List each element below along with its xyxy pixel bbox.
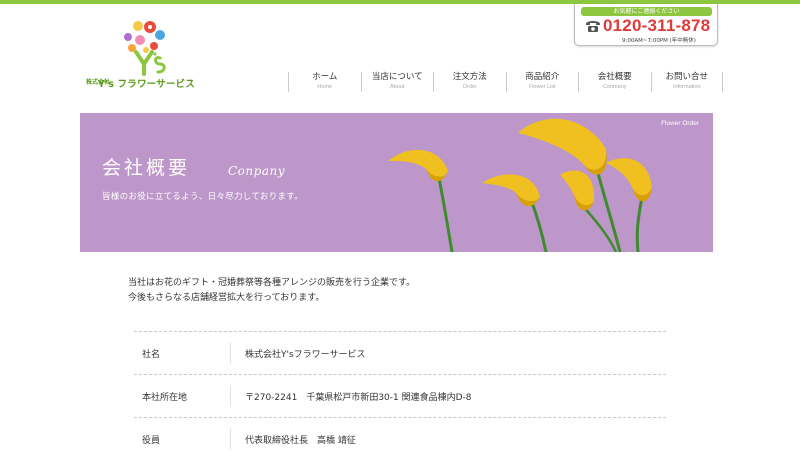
nav-label: 会社概要: [597, 72, 632, 82]
hero-title: 会社概要: [102, 157, 191, 179]
phone-number[interactable]: 0120-311-878: [603, 16, 710, 36]
hero-title-en: Conpany: [228, 164, 285, 178]
phone-hours: 9:00AM~7:00PM (年中無休): [622, 38, 696, 44]
info-row-address: 本社所在地 〒270-2241 千葉県松戸市新田30-1 関連食品棟内D-8: [134, 374, 666, 417]
logo-text: 株式会社 Y's フラワーサービス: [86, 76, 195, 90]
nav-sub: Order: [462, 84, 477, 90]
nav-label: 当店について: [371, 72, 423, 82]
nav-item-flower-list[interactable]: 商品紹介 Flower List: [505, 72, 579, 92]
nav-item-company[interactable]: 会社概要 Conmany: [578, 72, 651, 92]
info-row-company-name: 社名 株式会社Y'sフラワーサービス: [134, 331, 666, 374]
intro-line-1: 当社はお花のギフト・冠婚葬祭等各種アレンジの販売を行う企業です。: [128, 278, 416, 288]
calla-lily-illustration: [388, 118, 652, 252]
nav-item-home[interactable]: ホーム Home: [288, 72, 361, 92]
logo-kabushiki: 株式会社: [86, 79, 111, 86]
nav-sub: About: [390, 84, 405, 90]
phone-contact-box: お気軽にご連絡ください 0120-311-878 9:00AM~7:00PM (…: [574, 4, 718, 46]
main-nav: ホーム Home 当店について About 注文方法 Order 商品紹介 Fl…: [288, 72, 723, 92]
nav-label: ホーム: [312, 72, 338, 82]
info-label: 役員: [142, 435, 161, 446]
nav-sub: Home: [317, 84, 333, 90]
nav-item-order[interactable]: 注文方法 Order: [433, 72, 506, 92]
nav-item-about[interactable]: 当店について About: [360, 72, 434, 92]
nav-label: お問い合せ: [665, 72, 708, 82]
nav-item-information[interactable]: お問い合せ Information: [650, 72, 723, 92]
nav-sub: Flower List: [528, 84, 556, 90]
phone-banner: お気軽にご連絡ください: [581, 7, 712, 16]
site-logo[interactable]: 株式会社 Y's フラワーサービス: [86, 18, 206, 90]
hero-subtitle: 皆様のお役に立てるよう、日々尽力しております。: [102, 192, 304, 202]
intro-text: 当社はお花のギフト・冠婚葬祭等各種アレンジの販売を行う企業です。 今後もさらなる…: [128, 276, 415, 306]
info-value: 株式会社Y'sフラワーサービス: [230, 342, 666, 364]
info-value: 代表取締役社長 高橋 靖征: [230, 428, 666, 450]
nav-label: 注文方法: [452, 72, 487, 82]
intro-line-2: 今後もさらなる店舗経営拡大を行っております。: [128, 293, 325, 303]
company-info-table: 社名 株式会社Y'sフラワーサービス 本社所在地 〒270-2241 千葉県松戸…: [134, 331, 666, 451]
flower-logo-icon: [124, 21, 166, 76]
info-row-officers: 役員 代表取締役社長 高橋 靖征: [134, 417, 666, 451]
nav-sub: Information: [672, 84, 701, 90]
nav-label: 商品紹介: [525, 72, 560, 82]
info-value: 〒270-2241 千葉県松戸市新田30-1 関連食品棟内D-8: [230, 385, 666, 407]
telephone-icon: [586, 21, 600, 32]
nav-sub: Conmany: [602, 84, 627, 90]
hero-banner: Flower Order 会社概要 Conpany 皆様のお役に立てるよう、日々…: [80, 113, 713, 252]
info-label: 社名: [142, 349, 161, 360]
logo-company-name: Y's フラワーサービス: [98, 79, 195, 90]
info-label: 本社所在地: [142, 392, 188, 403]
